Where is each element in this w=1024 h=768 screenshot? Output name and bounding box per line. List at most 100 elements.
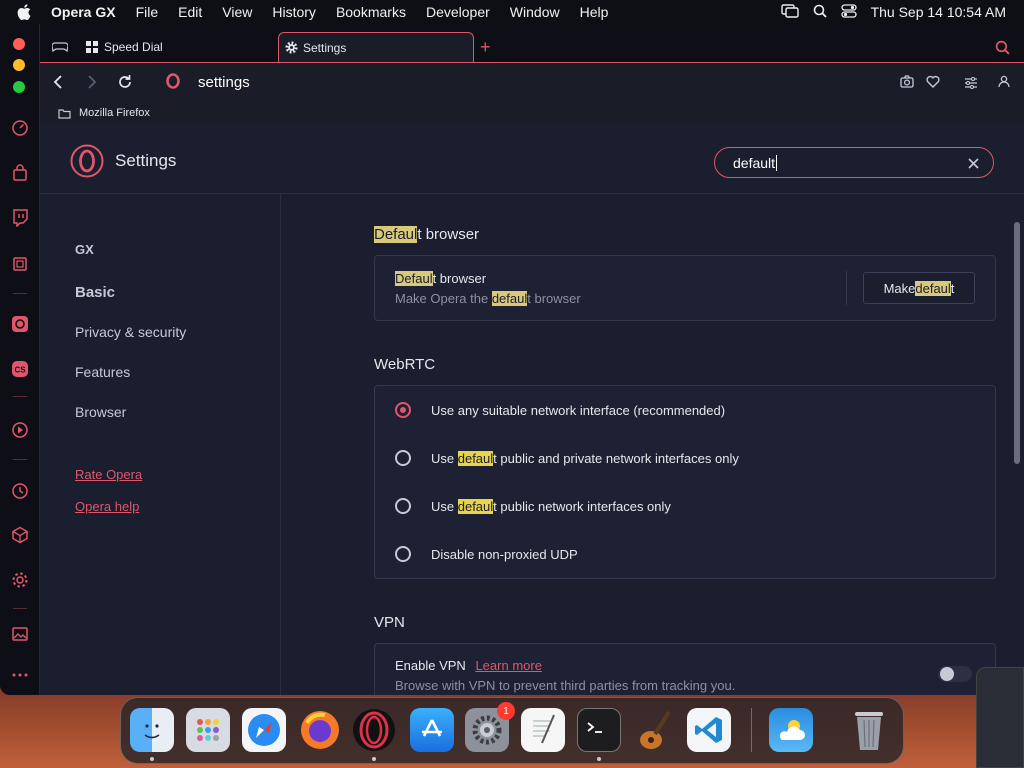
speedometer-icon[interactable] (10, 118, 30, 138)
sidebar-divider (13, 608, 27, 609)
nav-item-privacy-security[interactable]: Privacy & security (75, 324, 186, 340)
make-default-button[interactable]: Make defaul t (863, 272, 975, 304)
system-settings-icon[interactable]: 1 (465, 702, 515, 752)
radio-button-selected[interactable] (395, 402, 411, 418)
enable-vpn-label: Enable VPN (395, 658, 466, 673)
launchpad-icon[interactable] (186, 708, 230, 752)
radio-button[interactable] (395, 498, 411, 514)
radio-button[interactable] (395, 546, 411, 562)
twitch-icon[interactable] (10, 208, 30, 228)
menu-file[interactable]: File (136, 4, 159, 20)
running-indicator (150, 757, 154, 761)
hardware-limiter-icon[interactable] (10, 254, 30, 274)
webrtc-option-row[interactable]: Use any suitable network interface (reco… (375, 386, 995, 434)
textedit-icon[interactable] (521, 708, 565, 752)
nav-item-features[interactable]: Features (75, 364, 130, 380)
profile-user-icon[interactable] (998, 75, 1010, 93)
vpn-card: Enable VPN Learn more Browse with VPN to… (374, 643, 996, 695)
new-tab-plus-icon[interactable]: + (480, 32, 500, 62)
bookmark-item[interactable]: Mozilla Firefox (58, 107, 150, 119)
webrtc-option-row[interactable]: Disable non-proxied UDP (375, 530, 995, 578)
gx-store-icon[interactable] (10, 163, 30, 183)
bookmarks-bar: Mozilla Firefox (40, 102, 1024, 124)
menu-help[interactable]: Help (580, 4, 609, 20)
opera-gx-dock-icon[interactable] (352, 708, 396, 752)
tab-settings[interactable]: Settings (278, 32, 474, 62)
menubar-clock[interactable]: Thu Sep 14 10:54 AM (871, 4, 1006, 20)
heart-icon[interactable] (926, 75, 940, 93)
window-minimize-button[interactable] (13, 59, 25, 71)
webrtc-option-row[interactable]: Use default public and private network i… (375, 434, 995, 482)
bookmark-label: Mozilla Firefox (79, 107, 150, 119)
address-bar-text[interactable]: settings (198, 74, 250, 91)
forward-arrow-icon[interactable] (86, 74, 98, 95)
webrtc-option-row[interactable]: Use default public network interfaces on… (375, 482, 995, 530)
terminal-icon[interactable] (577, 708, 621, 752)
settings-search-input[interactable]: default (714, 147, 994, 178)
address-toolbar: settings (40, 62, 1024, 102)
screen-mirroring-icon[interactable] (780, 3, 799, 21)
vpn-description: Browse with VPN to prevent third parties… (395, 678, 736, 693)
row-description: Make Opera the default browser (395, 291, 581, 306)
menu-edit[interactable]: Edit (178, 4, 202, 20)
gx-sidebar: CS (0, 24, 40, 695)
scrollbar-thumb[interactable] (1014, 222, 1020, 464)
tab-speed-dial[interactable]: Speed Dial (86, 32, 276, 62)
nav-item-basic[interactable]: Basic (75, 284, 115, 301)
radio-button[interactable] (395, 450, 411, 466)
reload-icon[interactable] (117, 74, 133, 95)
row-title: Default browser (395, 271, 487, 286)
settings-gear-icon[interactable] (10, 570, 30, 590)
grid-icon (86, 41, 98, 53)
vpn-row-title: Enable VPN Learn more (395, 658, 542, 673)
vscode-icon[interactable] (687, 708, 731, 752)
vpn-toggle[interactable] (938, 666, 972, 682)
learn-more-link[interactable]: Learn more (475, 658, 541, 673)
apple-icon[interactable] (17, 3, 35, 21)
firefox-icon[interactable] (298, 708, 342, 752)
wallpaper-icon[interactable] (10, 624, 30, 644)
tab-search-icon[interactable] (995, 32, 1015, 62)
chatsonic-icon[interactable]: CS (10, 359, 30, 379)
gear-icon (285, 41, 298, 54)
nav-item-gx[interactable]: GX (75, 242, 94, 257)
notification-badge: 1 (497, 702, 515, 720)
weather-icon[interactable] (769, 708, 813, 752)
easy-setup-sliders-icon[interactable] (964, 76, 978, 94)
opera-help-link[interactable]: Opera help (75, 499, 139, 514)
toggle-knob (940, 667, 954, 681)
menu-app-name[interactable]: Opera GX (51, 4, 116, 20)
menu-window[interactable]: Window (510, 4, 560, 20)
menu-bar: Opera GX File Edit View History Bookmark… (0, 0, 1024, 24)
sidebar-divider (13, 293, 27, 294)
gx-controller-icon[interactable] (52, 32, 72, 62)
sidebar-divider (13, 396, 27, 397)
menu-developer[interactable]: Developer (426, 4, 490, 20)
garageband-icon[interactable] (633, 708, 677, 752)
menu-bookmarks[interactable]: Bookmarks (336, 4, 406, 20)
svg-text:CS: CS (14, 366, 26, 375)
back-arrow-icon[interactable] (52, 74, 64, 95)
window-zoom-button[interactable] (13, 81, 25, 93)
chatgpt-icon[interactable] (10, 314, 30, 334)
content-scrollbar[interactable] (1012, 218, 1022, 695)
clear-search-icon[interactable] (968, 156, 979, 172)
trash-icon[interactable] (847, 708, 891, 752)
app-store-icon[interactable] (410, 708, 454, 752)
snapshot-camera-icon[interactable] (900, 75, 914, 93)
safari-icon[interactable] (242, 708, 286, 752)
finder-icon[interactable] (130, 708, 174, 752)
more-dots-icon[interactable] (10, 665, 30, 685)
window-close-button[interactable] (13, 38, 25, 50)
nav-item-browser[interactable]: Browser (75, 404, 126, 420)
extensions-cube-icon[interactable] (10, 525, 30, 545)
menu-view[interactable]: View (222, 4, 252, 20)
spotlight-search-icon[interactable] (813, 4, 827, 21)
history-icon[interactable] (10, 481, 30, 501)
control-center-icon[interactable] (840, 3, 857, 21)
player-icon[interactable] (10, 420, 30, 440)
webrtc-option-label: Use any suitable network interface (reco… (431, 403, 726, 418)
menu-history[interactable]: History (272, 4, 316, 20)
text-cursor (776, 154, 778, 171)
rate-opera-link[interactable]: Rate Opera (75, 467, 142, 482)
